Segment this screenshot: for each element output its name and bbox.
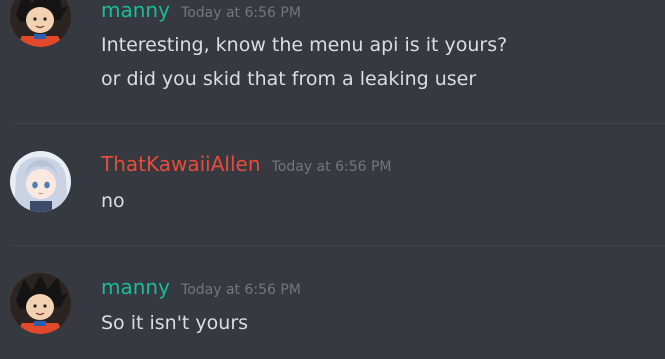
message-divider (12, 245, 665, 246)
message-text: or did you skid that from a leaking user (101, 68, 477, 90)
chat-messages: manny Today at 6:56 PM Interesting, know… (0, 0, 665, 359)
username[interactable]: manny (101, 275, 170, 299)
message-text: no (101, 190, 125, 212)
message-header: manny Today at 6:56 PM (101, 0, 301, 22)
message-header: manny Today at 6:56 PM (101, 275, 301, 299)
anime-girl-avatar-icon[interactable] (10, 151, 71, 212)
message-text: So it isn't yours (101, 312, 249, 334)
timestamp: Today at 6:56 PM (181, 5, 301, 21)
message-header: ThatKawaiiAllen Today at 6:56 PM (101, 152, 391, 176)
goku-avatar-icon[interactable] (10, 273, 71, 334)
username[interactable]: ThatKawaiiAllen (101, 152, 261, 176)
timestamp: Today at 6:56 PM (181, 282, 301, 298)
goku-avatar-icon[interactable] (10, 0, 71, 47)
timestamp: Today at 6:56 PM (271, 159, 392, 175)
message-text: Interesting, know the menu api is it you… (101, 34, 508, 56)
message-divider (12, 123, 665, 124)
username[interactable]: manny (101, 0, 170, 22)
